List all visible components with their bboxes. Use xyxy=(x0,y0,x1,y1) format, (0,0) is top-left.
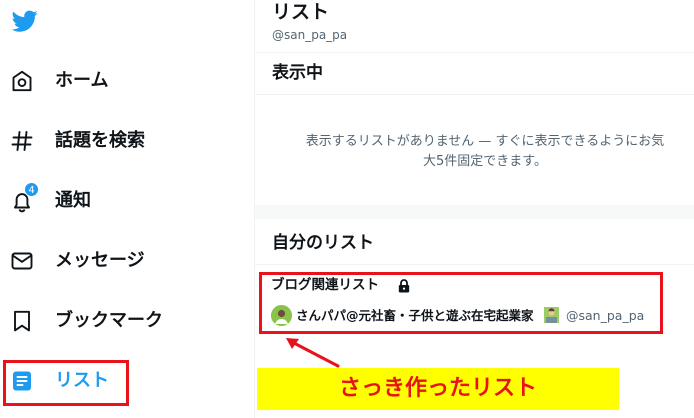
sidebar-item-messages[interactable]: メッセージ xyxy=(0,238,240,284)
notification-count-badge: 4 xyxy=(24,182,39,197)
owner-display-name: さんパパ@元社畜・子供と遊ぶ在宅起業家 xyxy=(296,308,534,323)
pinned-section-title: 表示中 xyxy=(272,63,323,83)
bell-icon: 4 xyxy=(10,182,39,213)
sidebar-item-home[interactable]: ホーム xyxy=(0,58,240,104)
divider xyxy=(255,94,694,95)
envelope-icon xyxy=(10,249,34,273)
divider xyxy=(255,52,694,53)
person-at-laptop-emoji-icon xyxy=(544,307,559,323)
twitter-logo-icon[interactable] xyxy=(10,8,40,34)
header-handle: @san_pa_pa xyxy=(272,28,348,42)
page-title: リスト xyxy=(272,1,330,23)
home-icon xyxy=(10,69,34,93)
list-name: ブログ関連リスト xyxy=(271,277,379,293)
list-item[interactable]: ブログ関連リスト さんパパ@元社畜・子供と遊ぶ在宅起業家 @san_pa_pa xyxy=(255,268,694,336)
annotation-callout-text: さっき作ったリスト xyxy=(338,376,537,401)
sidebar-item-explore[interactable]: 話題を検索 xyxy=(0,118,240,164)
bookmark-icon xyxy=(10,309,34,333)
owner-avatar xyxy=(271,305,292,326)
sidebar-item-label: 話題を検索 xyxy=(55,130,145,151)
pinned-empty-message: 表示するリストがありません — すぐに表示できるようにお気 大5件固定できます。 xyxy=(255,132,694,172)
my-lists-section-title: 自分のリスト xyxy=(272,233,374,253)
twitter-lists-screen: ホーム 話題を検索 4 通知 メッセージ ブックマーク リスト リスト @san… xyxy=(0,0,694,418)
divider xyxy=(255,264,694,265)
sidebar-item-label: メッセージ xyxy=(55,250,145,271)
annotation-arrow-icon xyxy=(286,338,340,368)
sidebar-item-bookmarks[interactable]: ブックマーク xyxy=(0,298,240,344)
sidebar: ホーム 話題を検索 4 通知 メッセージ ブックマーク リスト xyxy=(0,0,252,418)
annotation-callout: さっき作ったリスト xyxy=(257,368,619,410)
empty-message-line: 大5件固定できます。 xyxy=(423,154,547,169)
hashtag-icon xyxy=(10,129,34,153)
lock-icon xyxy=(396,278,412,294)
sidebar-item-label: リスト xyxy=(55,370,109,391)
section-separator xyxy=(255,205,694,219)
empty-message-line: 表示するリストがありません — すぐに表示できるようにお気 xyxy=(305,134,665,149)
owner-handle: @san_pa_pa xyxy=(566,308,645,323)
sidebar-item-label: ブックマーク xyxy=(55,310,163,331)
sidebar-item-label: ホーム xyxy=(55,70,109,91)
list-icon xyxy=(10,369,34,393)
sidebar-item-lists[interactable]: リスト xyxy=(0,358,240,404)
sidebar-item-label: 通知 xyxy=(55,190,91,211)
sidebar-item-notifications[interactable]: 4 通知 xyxy=(0,178,240,224)
